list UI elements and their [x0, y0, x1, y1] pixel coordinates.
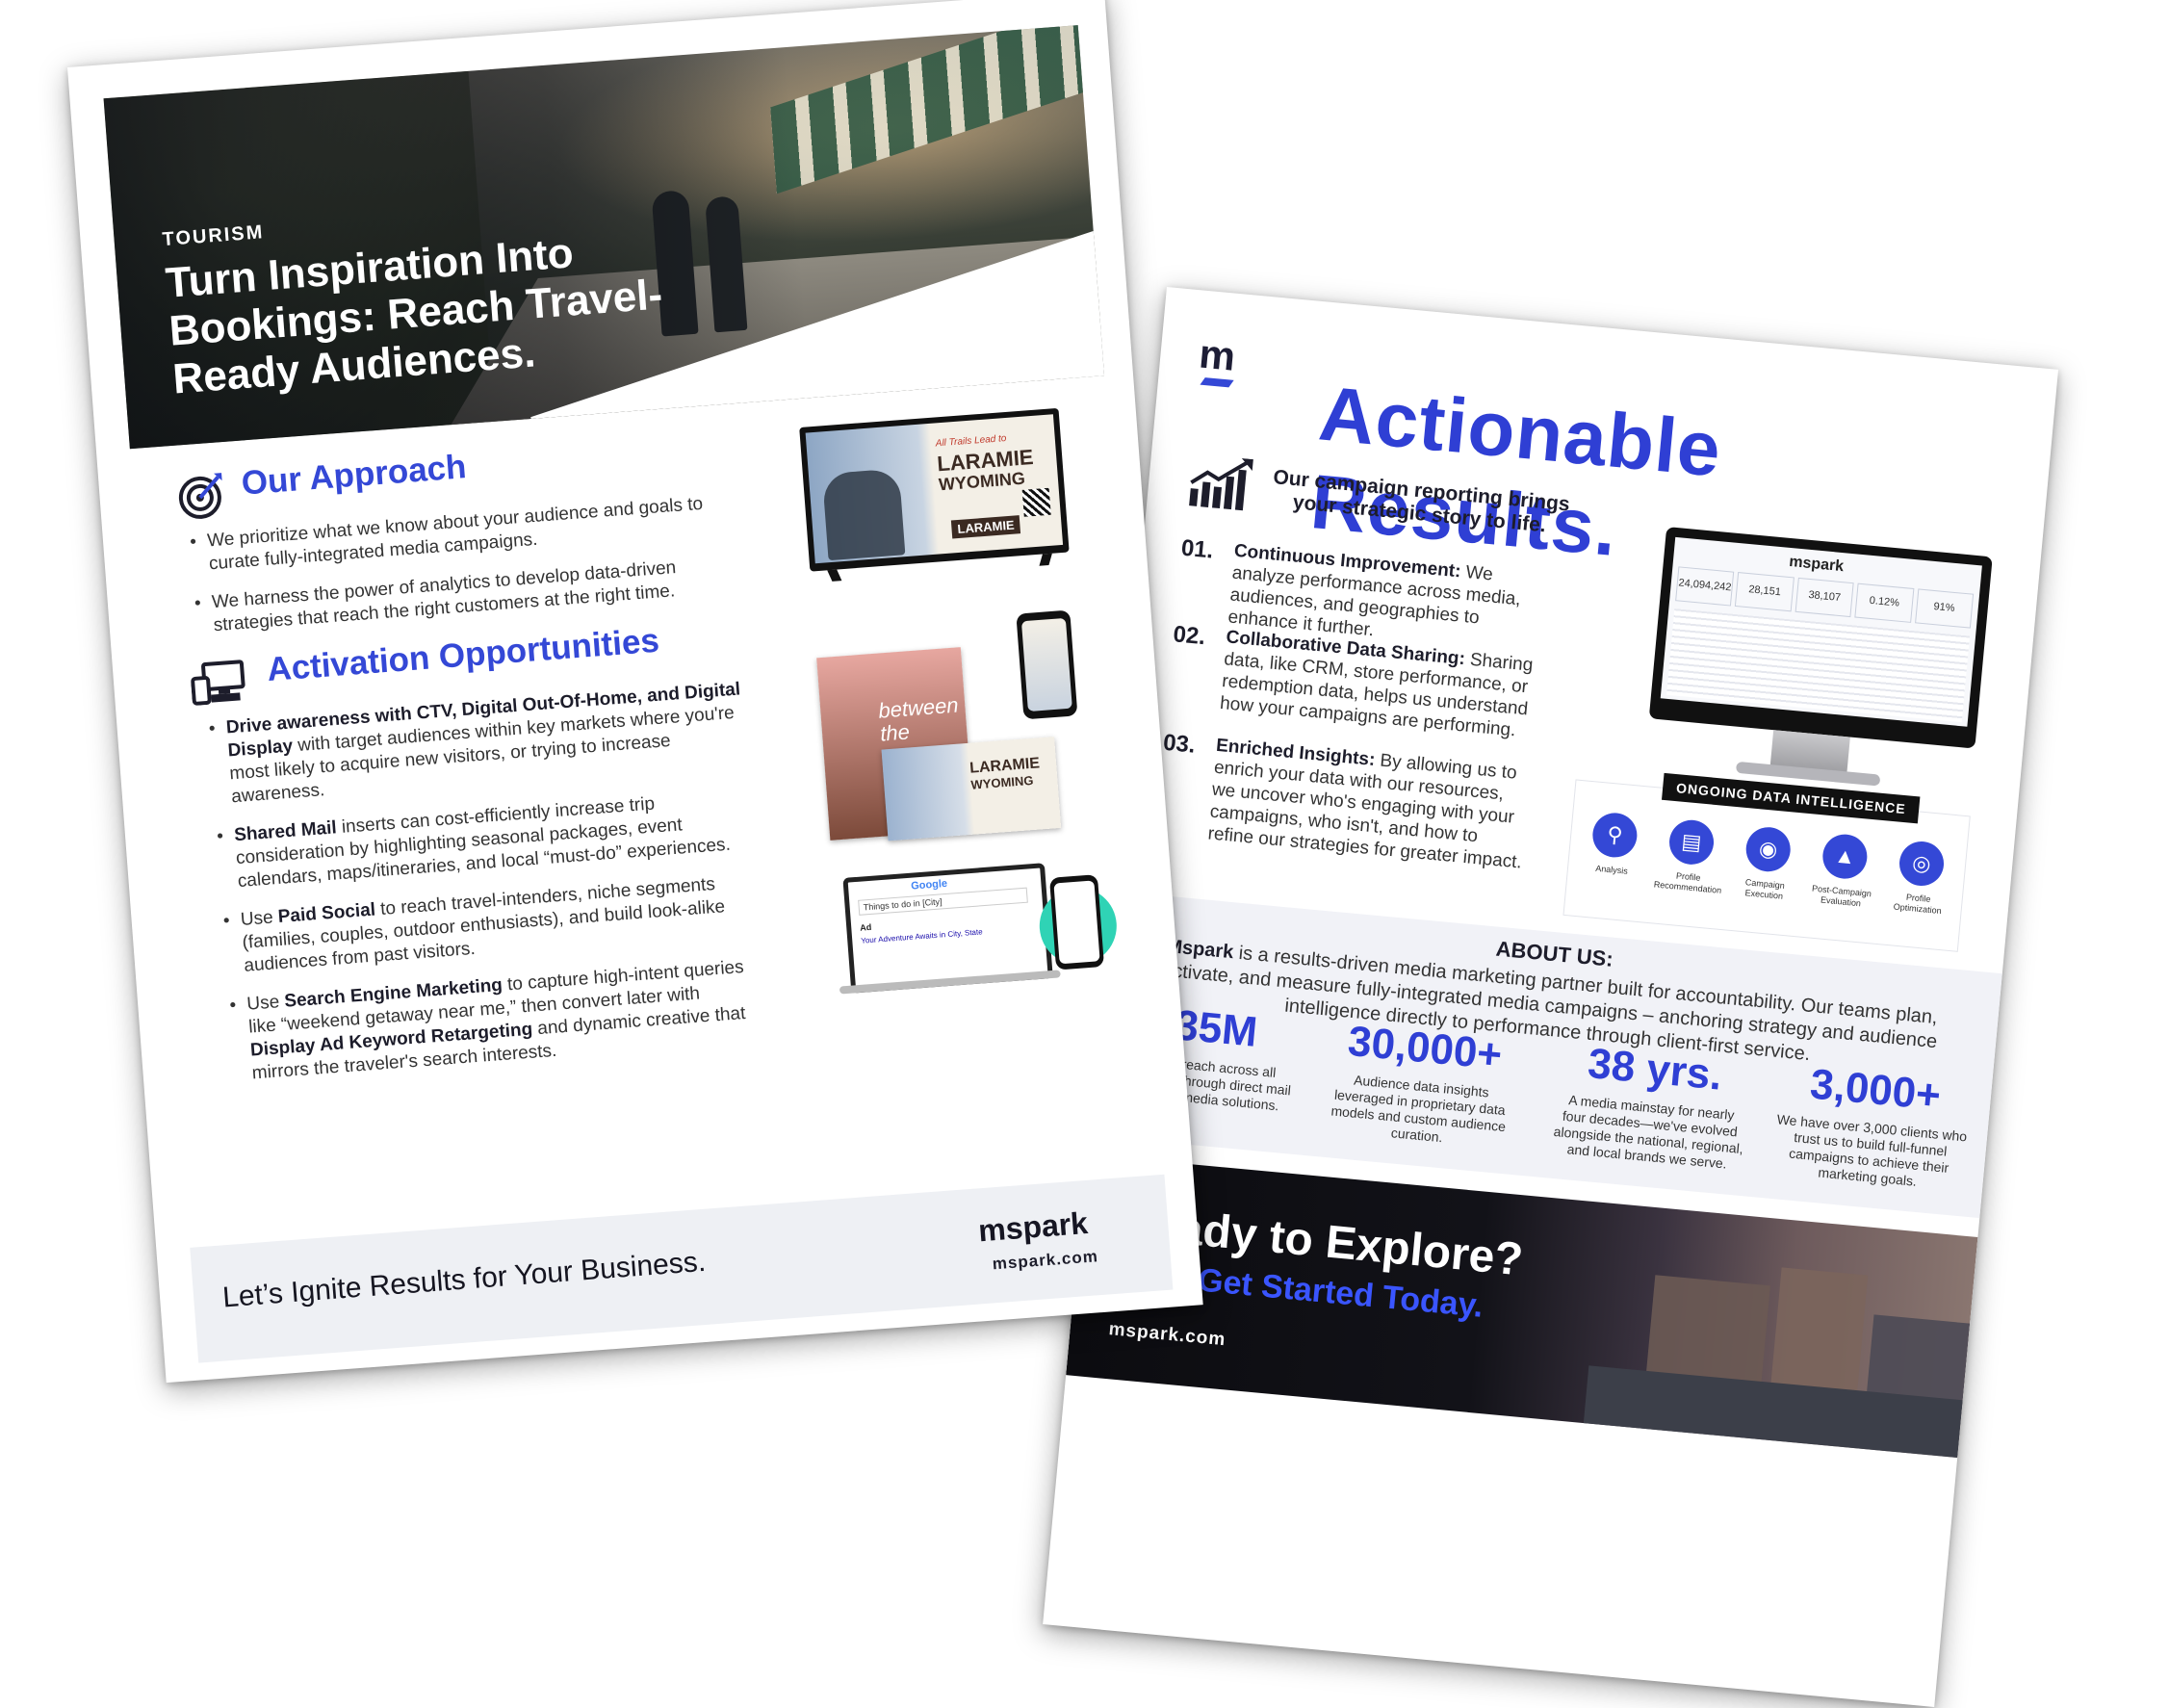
- target-icon: [175, 471, 227, 523]
- bullet-text: Use: [240, 907, 279, 930]
- mail-ad-mockup: between the trees. LARAMIE WYOMING: [814, 608, 1109, 850]
- dashboard-monitor-mockup: mspark 24,094,242 28,151 38,107 0.12% 91…: [1643, 527, 1993, 806]
- mspark-brand-mark: m: [1197, 330, 1238, 379]
- ad-label: Ad: [859, 921, 872, 933]
- stat-caption: Audience data insights leveraged in prop…: [1330, 1072, 1507, 1146]
- devices-icon: [190, 658, 248, 706]
- bullet-text: Use: [245, 991, 286, 1015]
- stat-item: 3,000+ We have over 3,000 clients who tr…: [1770, 1057, 1974, 1194]
- growth-chart-icon: [1185, 453, 1257, 513]
- tv-leg: [827, 569, 842, 582]
- intel-step: ◎ Profile Optimization: [1883, 839, 1957, 918]
- banner-url-link[interactable]: mspark.com: [1108, 1319, 1227, 1351]
- step-text: Sharing data, like CRM, store performanc…: [1219, 649, 1535, 741]
- dashboard-view: mspark 24,094,242 28,151 38,107 0.12% 91…: [1660, 536, 1982, 727]
- intel-step: ▤ Profile Recommendation: [1653, 817, 1727, 896]
- step-number: 01.: [1179, 534, 1215, 564]
- activation-bullet-search: Use Search Engine Marketing to capture h…: [229, 954, 774, 1087]
- stat-item: 30,000+ Audience data insights leveraged…: [1320, 1016, 1523, 1152]
- intel-step-label: Analysis: [1594, 863, 1629, 876]
- intel-step-label: Profile Optimization: [1893, 892, 1943, 917]
- intel-step-label: Campaign Execution: [1744, 877, 1786, 901]
- front-flyer-page: TOURISM Turn Inspiration Into Bookings: …: [67, 0, 1203, 1384]
- intel-step-label: Profile Recommendation: [1653, 870, 1722, 895]
- bullet-text: to reach travel-intenders, niche segment…: [241, 873, 726, 976]
- cta-text: Let’s Ignite Results for Your Business.: [221, 1245, 708, 1314]
- profile-icon: ▤: [1667, 817, 1717, 867]
- intel-step: ◉ Campaign Execution: [1730, 824, 1804, 903]
- search-ad-mockup: Google Things to do in [City] Ad Your Ad…: [839, 858, 1121, 1003]
- phone-screen: [1053, 880, 1100, 965]
- monitor-screen: mspark 24,094,242 28,151 38,107 0.12% 91…: [1648, 527, 1993, 749]
- cta-footer-bar: Let’s Ignite Results for Your Business. …: [190, 1174, 1174, 1363]
- hero-photo-banner: TOURISM Turn Inspiration Into Bookings: …: [103, 25, 1105, 450]
- dashboard-kpi: 38,107: [1795, 577, 1854, 618]
- dashboard-kpi: 24,094,242: [1675, 566, 1735, 607]
- phone-screen: [1020, 617, 1072, 712]
- stat-caption: We have over 3,000 clients who trust us …: [1776, 1111, 1968, 1189]
- intel-step: ▲ Post-Campaign Evaluation: [1807, 831, 1881, 910]
- stat-item: 38 yrs. A media mainstay for nearly four…: [1550, 1037, 1753, 1174]
- analysis-icon: ⚲: [1590, 811, 1640, 860]
- data-intelligence-panel: ONGOING DATA INTELLIGENCE ⚲ Analysis ▤ Pro…: [1562, 772, 1971, 952]
- dashboard-logo: mspark: [1788, 553, 1845, 576]
- dashboard-kpi: 28,151: [1735, 572, 1795, 612]
- approach-title: Our Approach: [240, 448, 468, 503]
- town-building-image: [1769, 1267, 1869, 1401]
- mspark-logo: mspark: [976, 1204, 1090, 1249]
- intel-step-row: ⚲ Analysis ▤ Profile Recommendation ◉ Campa…: [1577, 810, 1957, 918]
- tv-leg: [1039, 553, 1052, 566]
- step-number: 02.: [1172, 621, 1207, 651]
- dashboard-kpi: 0.12%: [1854, 582, 1915, 623]
- intel-step-label: Post-Campaign Evaluation: [1811, 883, 1872, 909]
- step-body: Enriched Insights: By allowing us to enr…: [1207, 735, 1534, 874]
- step-number: 03.: [1162, 729, 1197, 759]
- qr-code-icon: [1021, 487, 1051, 517]
- stat-caption: A media mainstay for nearly four decades…: [1553, 1092, 1744, 1172]
- dashboard-table: [1666, 608, 1971, 723]
- activation-bullet-ctv: Drive awareness with CTV, Digital Out-Of…: [208, 678, 753, 811]
- tv-ad-mockup: All Trails Lead to LARAMIE WYOMING LARAM…: [799, 407, 1070, 582]
- intel-step: ⚲ Analysis: [1577, 810, 1651, 889]
- back-flyer-page: m Actionable Results. Our campaign repor…: [1043, 287, 2059, 1707]
- footer-url-link[interactable]: mspark.com: [992, 1247, 1098, 1274]
- execution-icon: ◉: [1743, 825, 1793, 874]
- snowmobile-image: [821, 468, 906, 561]
- optimization-target-icon: ◎: [1897, 839, 1947, 889]
- evaluation-chart-icon: ▲: [1820, 832, 1870, 881]
- dashboard-kpi: 91%: [1914, 588, 1975, 629]
- activation-bullet-list: Drive awareness with CTV, Digital Out-Of…: [208, 678, 774, 1102]
